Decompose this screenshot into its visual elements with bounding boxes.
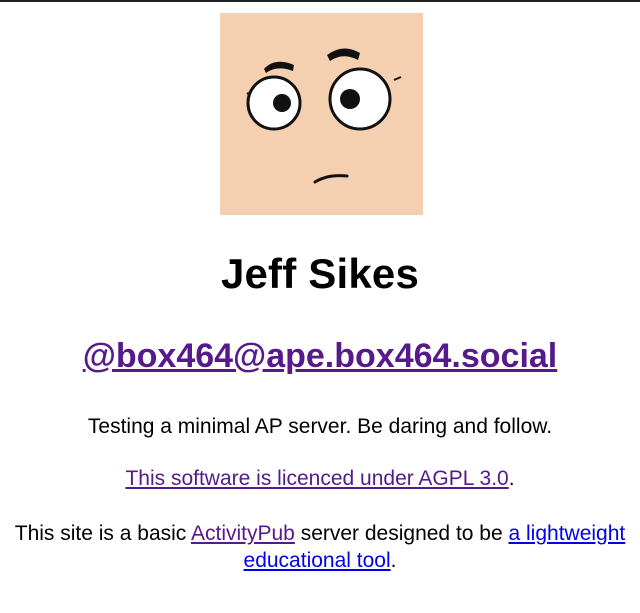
window-top-border xyxy=(0,0,640,2)
about-text: This site is a basic ActivityPub server … xyxy=(10,520,630,574)
avatar xyxy=(220,13,423,215)
profile-name: Jeff Sikes xyxy=(220,250,420,297)
left-eye-icon xyxy=(246,75,302,131)
profile-bio: Testing a minimal AP server. Be daring a… xyxy=(87,415,553,438)
profile-handle-link[interactable]: @box464@ape.box464.social xyxy=(83,337,558,375)
profile-handle: @box464@ape.box464.social xyxy=(0,337,640,376)
licence-link[interactable]: This software is licenced under AGPL 3.0 xyxy=(125,467,508,490)
licence-line: This software is licenced under AGPL 3.0… xyxy=(0,467,640,491)
activitypub-link[interactable]: ActivityPub xyxy=(191,522,295,545)
about-suffix: . xyxy=(390,549,397,572)
licence-suffix: . xyxy=(508,467,515,490)
about-prefix: This site is a basic xyxy=(14,522,191,545)
about-middle: server designed to be xyxy=(294,522,509,545)
